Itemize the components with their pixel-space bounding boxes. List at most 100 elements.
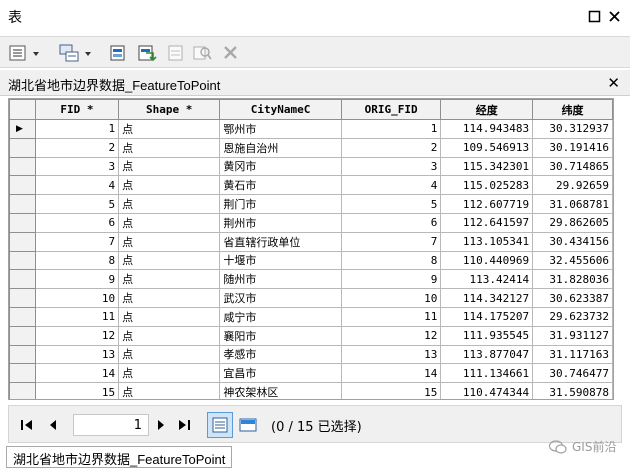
cell-latitude[interactable]: 30.714865 [532, 156, 613, 177]
switch-selection-button[interactable] [136, 43, 158, 63]
cell-shape[interactable]: 点 [118, 156, 221, 177]
row-selector[interactable] [9, 382, 36, 399]
row-selector[interactable] [9, 288, 36, 308]
cell-orig-fid[interactable]: 7 [340, 231, 442, 252]
cell-orig-fid[interactable]: 9 [340, 269, 442, 290]
column-header-cityname[interactable]: CityNameC [219, 99, 342, 120]
row-selector[interactable] [9, 231, 36, 252]
cell-shape[interactable]: 点 [118, 194, 221, 214]
cell-longitude[interactable]: 115.342301 [440, 156, 534, 177]
cell-fid[interactable]: 14 [34, 363, 120, 384]
cell-shape[interactable]: 点 [118, 363, 221, 384]
cell-orig-fid[interactable]: 11 [340, 306, 442, 327]
cell-latitude[interactable]: 31.590878 [532, 382, 613, 399]
cell-cityname[interactable]: 黄冈市 [219, 156, 342, 177]
table-row[interactable]: 7 点省直辖行政单位 7 113.105341 30.434156 [9, 231, 613, 252]
cell-shape[interactable]: 点 [118, 288, 221, 308]
cell-cityname[interactable]: 荆门市 [219, 194, 342, 214]
zoom-to-selected-button[interactable] [192, 43, 214, 63]
next-record-button[interactable] [153, 417, 169, 433]
cell-latitude[interactable]: 30.312937 [532, 119, 613, 139]
cell-latitude[interactable]: 30.191416 [532, 137, 613, 158]
first-record-button[interactable] [19, 417, 35, 433]
cell-latitude[interactable]: 30.746477 [532, 363, 613, 384]
cell-cityname[interactable]: 神农架林区 [219, 382, 342, 399]
delete-selected-button[interactable] [222, 43, 240, 63]
row-selector[interactable] [9, 156, 36, 177]
select-by-attributes-button[interactable] [108, 43, 130, 63]
table-row[interactable]: 4 点黄石市 4 115.025283 29.92659 [9, 175, 613, 196]
row-selector[interactable] [9, 306, 36, 327]
column-header-fid[interactable]: FID * [34, 99, 120, 120]
cell-fid[interactable]: 11 [34, 306, 120, 327]
cell-fid[interactable]: 7 [34, 231, 120, 252]
table-row[interactable]: 6 点荆州市 6 112.641597 29.862605 [9, 212, 613, 233]
previous-record-button[interactable] [45, 417, 61, 433]
row-selector[interactable] [9, 212, 36, 233]
cell-cityname[interactable]: 孝感市 [219, 344, 342, 365]
table-row[interactable]: 11 点咸宁市 11 114.175207 29.623732 [9, 306, 613, 327]
cell-latitude[interactable]: 31.931127 [532, 325, 613, 346]
cell-shape[interactable]: 点 [118, 212, 221, 233]
row-selector[interactable] [9, 250, 36, 271]
cell-fid[interactable]: 8 [34, 250, 120, 271]
record-number-input[interactable]: 1 [73, 414, 149, 436]
cell-orig-fid[interactable]: 13 [340, 344, 442, 365]
cell-shape[interactable]: 点 [118, 269, 221, 290]
show-selected-records-button[interactable] [237, 414, 259, 436]
table-row[interactable]: 10 点武汉市 10 114.342127 30.623387 [9, 288, 613, 308]
cell-shape[interactable]: 点 [118, 119, 221, 139]
cell-cityname[interactable]: 咸宁市 [219, 306, 342, 327]
cell-shape[interactable]: 点 [118, 231, 221, 252]
cell-longitude[interactable]: 110.440969 [440, 250, 534, 271]
cell-cityname[interactable]: 鄂州市 [219, 119, 342, 139]
column-header-latitude[interactable]: 纬度 [532, 99, 613, 120]
cell-longitude[interactable]: 113.42414 [440, 269, 534, 290]
row-selector[interactable] [9, 325, 36, 346]
row-selector[interactable] [9, 344, 36, 365]
cell-longitude[interactable]: 111.134661 [440, 363, 534, 384]
cell-fid[interactable]: 13 [34, 344, 120, 365]
table-row[interactable]: 9 点随州市 9 113.42414 31.828036 [9, 269, 613, 290]
table-row[interactable]: ▶ 1 点鄂州市 1 114.943483 30.312937 [9, 119, 613, 139]
cell-shape[interactable]: 点 [118, 325, 221, 346]
cell-fid[interactable]: 15 [34, 382, 120, 399]
cell-cityname[interactable]: 武汉市 [219, 288, 342, 308]
layer-close-button[interactable]: ✕ [607, 74, 620, 92]
show-all-records-button[interactable] [207, 412, 233, 438]
cell-orig-fid[interactable]: 15 [340, 382, 442, 399]
row-selector[interactable] [9, 175, 36, 196]
cell-fid[interactable]: 9 [34, 269, 120, 290]
cell-orig-fid[interactable]: 1 [340, 119, 442, 139]
related-tables-button[interactable] [58, 43, 98, 63]
cell-longitude[interactable]: 114.342127 [440, 288, 534, 308]
cell-orig-fid[interactable]: 3 [340, 156, 442, 177]
table-row[interactable]: 8 点十堰市 8 110.440969 32.455606 [9, 250, 613, 271]
cell-longitude[interactable]: 115.025283 [440, 175, 534, 196]
cell-latitude[interactable]: 32.455606 [532, 250, 613, 271]
cell-latitude[interactable]: 30.623387 [532, 288, 613, 308]
close-button[interactable] [606, 8, 622, 24]
cell-cityname[interactable]: 随州市 [219, 269, 342, 290]
cell-latitude[interactable]: 30.434156 [532, 231, 613, 252]
row-selector[interactable] [9, 269, 36, 290]
cell-latitude[interactable]: 29.623732 [532, 306, 613, 327]
cell-fid[interactable]: 4 [34, 175, 120, 196]
cell-orig-fid[interactable]: 8 [340, 250, 442, 271]
bottom-table-tab[interactable]: 湖北省地市边界数据_FeatureToPoint [6, 446, 233, 468]
cell-fid[interactable]: 1 [34, 119, 120, 139]
row-selector-header[interactable] [9, 99, 36, 120]
cell-fid[interactable]: 10 [34, 288, 120, 308]
cell-latitude[interactable]: 31.828036 [532, 269, 613, 290]
column-header-longitude[interactable]: 经度 [440, 99, 534, 120]
table-row[interactable]: 13 点孝感市 13 113.877047 31.117163 [9, 344, 613, 365]
cell-shape[interactable]: 点 [118, 306, 221, 327]
cell-cityname[interactable]: 十堰市 [219, 250, 342, 271]
table-options-button[interactable] [8, 43, 48, 63]
cell-cityname[interactable]: 襄阳市 [219, 325, 342, 346]
table-row[interactable]: 15 点神农架林区 15 110.474344 31.590878 [9, 382, 613, 399]
clear-selection-button[interactable] [166, 43, 186, 63]
cell-orig-fid[interactable]: 10 [340, 288, 442, 308]
cell-orig-fid[interactable]: 14 [340, 363, 442, 384]
cell-shape[interactable]: 点 [118, 382, 221, 399]
